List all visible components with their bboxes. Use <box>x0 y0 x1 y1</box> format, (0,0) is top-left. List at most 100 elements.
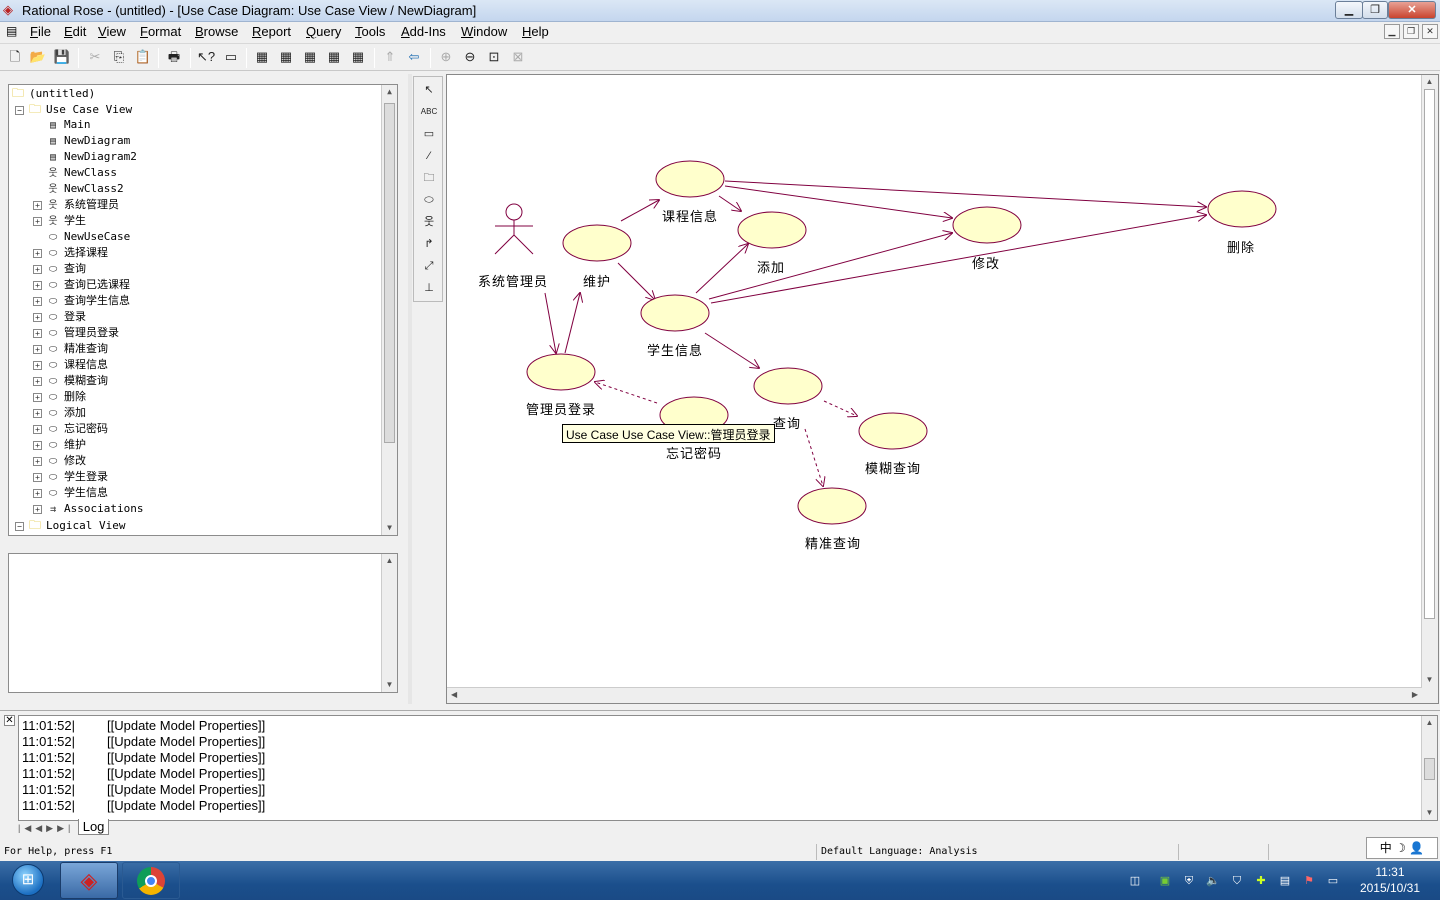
tree-item[interactable]: + ⬭ 管理员登录 <box>33 325 119 341</box>
tree-item[interactable]: + ⬭ 添加 <box>33 405 86 421</box>
tray-network-icon[interactable]: ⚑ <box>1301 873 1317 889</box>
menu-item-tools[interactable]: Tools <box>355 24 385 39</box>
tree-item[interactable]: 웃 NewClass <box>46 165 117 181</box>
use-case-diagram-canvas[interactable]: 系统管理员 课程信息 添加 修改 删除 维护 学生信息 管理员登录 忘记密码 查… <box>446 74 1439 704</box>
tree-item[interactable]: + 웃 系统管理员 <box>33 197 119 213</box>
diagram-horizontal-scrollbar[interactable]: ◀ ▶ <box>447 687 1422 703</box>
expand-icon[interactable]: + <box>33 456 42 466</box>
expand-icon[interactable]: + <box>33 328 42 338</box>
scroll-thumb[interactable] <box>1424 758 1435 780</box>
actor-tool-icon[interactable]: 웃 <box>420 213 438 231</box>
tree-item[interactable]: ▤ NewDiagram2 <box>46 149 137 165</box>
log-output[interactable]: 11:01:52| [[Update Model Properties]] 11:0… <box>18 715 1438 821</box>
tree-item[interactable]: + 웃 学生 <box>33 213 86 229</box>
scroll-thumb[interactable] <box>384 103 395 443</box>
tray-app-icon[interactable]: ▤ <box>1277 873 1293 889</box>
ime-moon-icon[interactable]: ☽ <box>1395 841 1409 855</box>
expand-icon[interactable]: + <box>33 248 42 258</box>
tree-item[interactable]: ⬭ NewUseCase <box>46 229 131 245</box>
tree-item[interactable]: + ⬭ 删除 <box>33 389 86 405</box>
expand-icon[interactable]: + <box>33 264 42 274</box>
tree-item[interactable]: + ⬭ 登录 <box>33 309 86 325</box>
mdi-restore-button[interactable]: ❐ <box>1403 24 1419 39</box>
log-scrollbar[interactable]: ▲ ▼ <box>1421 716 1437 820</box>
close-log-icon[interactable]: ✕ <box>4 715 15 726</box>
menu-item-report[interactable]: Report <box>252 24 291 39</box>
note-tool-icon[interactable]: ▭ <box>420 125 438 143</box>
vertical-splitter[interactable] <box>408 74 412 704</box>
expand-icon[interactable]: + <box>33 472 42 482</box>
menu-item-browse[interactable]: Browse <box>195 24 238 39</box>
browse-previous-icon[interactable]: ⇦ <box>405 48 423 66</box>
tray-notification-icon[interactable]: ◫ <box>1127 873 1143 889</box>
browse-interaction-diagram-icon[interactable]: ▦ <box>277 48 295 66</box>
tree-node-use-case-view[interactable]: − 🗀 Use Case View <box>15 101 132 117</box>
expand-icon[interactable]: + <box>33 376 42 386</box>
scroll-right-icon[interactable]: ▶ <box>1412 690 1418 699</box>
tree-item[interactable]: + ⬭ 学生登录 <box>33 469 108 485</box>
doc-scrollbar[interactable]: ▲ ▼ <box>381 554 397 692</box>
tray-display-icon[interactable]: ▭ <box>1325 873 1341 889</box>
start-button[interactable]: ⊞ <box>2 862 54 899</box>
anchor-note-tool-icon[interactable]: ⁄ <box>420 147 438 165</box>
scroll-up-icon[interactable]: ▲ <box>382 554 397 568</box>
copy-icon[interactable]: ⎘ <box>110 48 128 66</box>
expand-icon[interactable]: + <box>33 296 42 306</box>
close-button[interactable]: ✕ <box>1388 1 1436 19</box>
paste-icon[interactable]: 📋 <box>134 48 152 66</box>
tree-item[interactable]: + ⬭ 查询学生信息 <box>33 293 130 309</box>
taskbar-chrome[interactable] <box>122 862 180 899</box>
scroll-down-icon[interactable]: ▼ <box>1422 673 1437 687</box>
scroll-down-icon[interactable]: ▼ <box>1422 806 1437 820</box>
unidirectional-association-tool-icon[interactable]: ↱ <box>420 235 438 253</box>
actor-figure[interactable] <box>494 203 534 255</box>
tree-item[interactable]: + ⇉ Associations <box>33 501 143 517</box>
new-icon[interactable]: 🗋 <box>6 48 24 66</box>
browse-state-diagram-icon[interactable]: ▦ <box>325 48 343 66</box>
view-docs-icon[interactable]: ▭ <box>222 48 240 66</box>
document-icon[interactable]: ▤ <box>6 24 17 38</box>
expand-icon[interactable]: + <box>33 392 42 402</box>
tree-scrollbar[interactable]: ▲ ▼ <box>381 85 397 535</box>
context-help-icon[interactable]: ↖? <box>197 48 215 66</box>
menu-item-add-ins[interactable]: Add-Ins <box>401 24 446 39</box>
text-box-tool-icon[interactable]: ABC <box>420 103 438 121</box>
browse-deployment-diagram-icon[interactable]: ▦ <box>349 48 367 66</box>
tab-log[interactable]: Log <box>77 819 110 835</box>
expand-icon[interactable]: + <box>33 344 42 354</box>
minimize-button[interactable]: ▁ <box>1335 1 1363 19</box>
expand-icon[interactable]: + <box>33 360 42 370</box>
tree-item[interactable]: + ⬭ 精准查询 <box>33 341 108 357</box>
tree-item[interactable]: + ⬭ 查询已选课程 <box>33 277 130 293</box>
scroll-up-icon[interactable]: ▲ <box>1422 716 1437 730</box>
browse-component-diagram-icon[interactable]: ▦ <box>301 48 319 66</box>
diagram-vertical-scrollbar[interactable]: ▲ ▼ <box>1421 75 1438 703</box>
browse-class-diagram-icon[interactable]: ▦ <box>253 48 271 66</box>
undo-fit-icon[interactable]: ⊠ <box>509 48 527 66</box>
mdi-minimize-button[interactable]: ▁ <box>1384 24 1400 39</box>
expand-icon[interactable]: + <box>33 440 42 450</box>
scroll-down-icon[interactable]: ▼ <box>382 521 397 535</box>
tree-root[interactable]: 🗀 (untitled) <box>11 85 95 101</box>
scroll-left-icon[interactable]: ◀ <box>451 690 457 699</box>
tree-item[interactable]: + ⬭ 忘记密码 <box>33 421 108 437</box>
documentation-pane[interactable]: ▲ ▼ <box>8 553 398 693</box>
scroll-thumb[interactable] <box>1424 89 1435 619</box>
tree-item[interactable]: + ⬭ 维护 <box>33 437 86 453</box>
tree-item[interactable]: ▤ NewDiagram <box>46 133 130 149</box>
taskbar-clock[interactable]: 11:31 2015/10/31 <box>1360 864 1420 896</box>
tree-item[interactable]: 웃 NewClass2 <box>46 181 123 197</box>
tree-item[interactable]: + ⬭ 修改 <box>33 453 86 469</box>
expand-icon[interactable]: + <box>33 408 42 418</box>
use-case-tool-icon[interactable]: ⬭ <box>420 191 438 209</box>
collapse-icon[interactable]: − <box>15 521 24 531</box>
ime-user-icon[interactable]: 👤 <box>1409 841 1424 855</box>
tree-item[interactable]: + ⬭ 学生信息 <box>33 485 108 501</box>
expand-icon[interactable]: + <box>33 280 42 290</box>
tree-item[interactable]: + ⬭ 模糊查询 <box>33 373 108 389</box>
tree-node-logical-view[interactable]: − 🗀 Logical View <box>15 517 125 533</box>
zoom-in-icon[interactable]: ⊕ <box>437 48 455 66</box>
collapse-icon[interactable]: − <box>15 105 24 115</box>
tray-shield-icon[interactable]: ⛉ <box>1229 873 1245 889</box>
selection-tool-icon[interactable]: ↖ <box>420 81 438 99</box>
